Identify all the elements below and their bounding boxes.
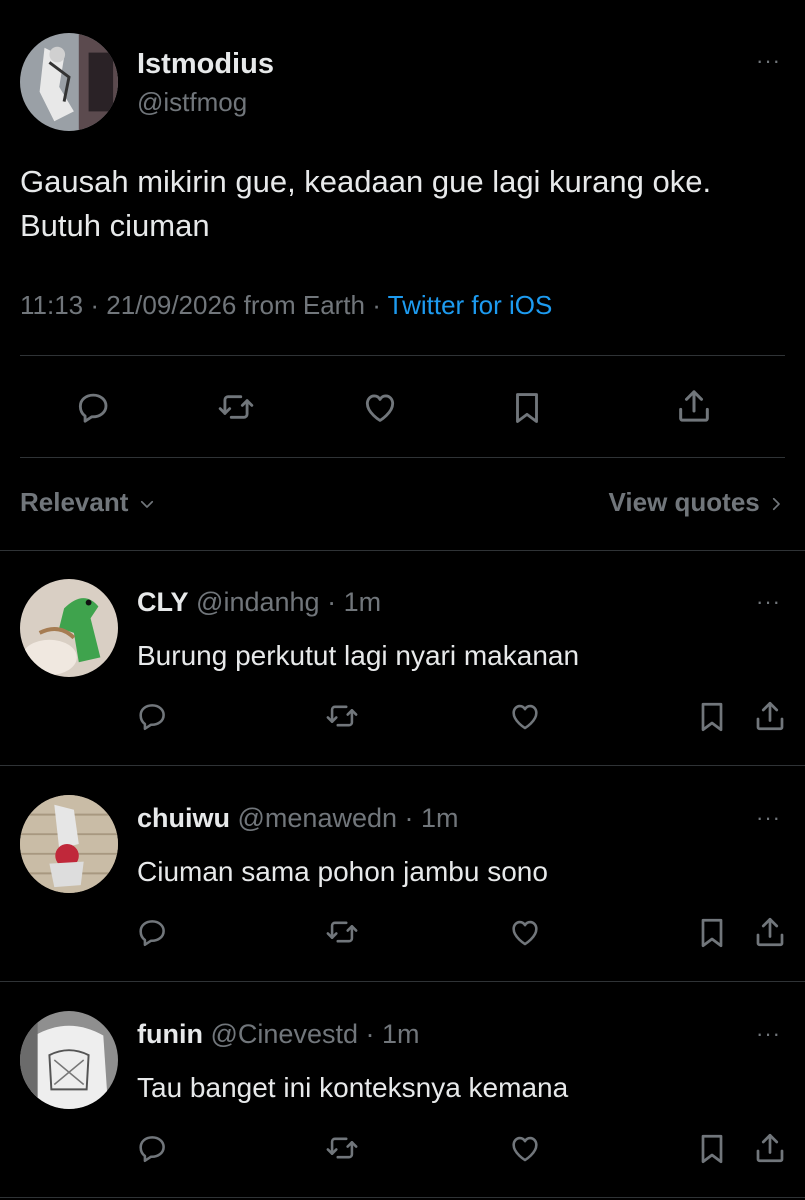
view-quotes-link[interactable]: View quotes: [609, 487, 785, 518]
share-icon[interactable]: [752, 913, 788, 951]
reply-time[interactable]: 1m: [421, 803, 459, 833]
bookmark-icon[interactable]: [694, 1130, 730, 1168]
reply-display-name[interactable]: funin: [137, 1019, 203, 1049]
reply-time[interactable]: 1m: [344, 587, 382, 617]
reply-icon[interactable]: [135, 699, 169, 733]
separator: ·: [365, 290, 388, 320]
bookmark-icon[interactable]: [694, 698, 730, 736]
reply-text: Tau banget ini konteksnya kemana: [137, 1072, 569, 1103]
tweet-text: Gausah mikirin gue, keadaan gue lagi kur…: [20, 160, 790, 248]
reply-header: funin @Cinevestd · 1m: [137, 1019, 420, 1050]
chevron-down-icon: [140, 501, 153, 508]
like-icon[interactable]: [360, 388, 400, 426]
retweet-icon[interactable]: [216, 388, 256, 426]
tweet-location: from Earth: [243, 290, 365, 320]
sort-dropdown[interactable]: Relevant: [20, 487, 158, 518]
separator: ·: [83, 290, 107, 320]
reply-icon[interactable]: [74, 388, 112, 426]
more-icon[interactable]: ···: [756, 591, 781, 613]
sort-label: Relevant: [20, 487, 129, 517]
separator: ·: [319, 587, 344, 617]
view-quotes-label: View quotes: [608, 487, 760, 517]
reply-item[interactable]: chuiwu @menawedn · 1m ··· Ciuman sama po…: [0, 767, 805, 982]
reply-display-name[interactable]: chuiwu: [137, 803, 230, 833]
tweet-text-line: Gausah mikirin gue, keadaan gue lagi kur…: [20, 164, 712, 199]
reply-handle[interactable]: @menawedn: [238, 803, 398, 833]
bookmark-icon[interactable]: [508, 388, 546, 428]
display-name[interactable]: Istmodius: [137, 48, 274, 81]
like-icon[interactable]: [507, 699, 543, 733]
reply-icon[interactable]: [135, 915, 169, 949]
tweet-source-app[interactable]: Twitter for iOS: [388, 290, 553, 320]
like-icon[interactable]: [507, 1131, 543, 1165]
separator: ·: [357, 1019, 382, 1049]
avatar[interactable]: [20, 1011, 118, 1109]
divider: [20, 457, 785, 458]
chevron-right-icon: [772, 498, 780, 511]
reply-time[interactable]: 1m: [382, 1019, 420, 1049]
divider: [20, 355, 785, 356]
reply-display-name[interactable]: CLY: [137, 587, 189, 617]
reply-handle[interactable]: @Cinevestd: [211, 1019, 358, 1049]
tweet-text-line: Butuh ciuman: [20, 208, 210, 243]
more-icon[interactable]: ···: [756, 807, 781, 829]
avatar[interactable]: [20, 795, 118, 893]
tweet-date[interactable]: 21/09/2026: [106, 290, 236, 320]
reply-icon[interactable]: [135, 1131, 169, 1165]
share-icon[interactable]: [752, 1129, 788, 1167]
avatar[interactable]: [20, 33, 118, 131]
reply-text: Burung perkutut lagi nyari makanan: [137, 640, 580, 671]
share-icon[interactable]: [752, 697, 788, 735]
share-icon[interactable]: [674, 386, 714, 426]
more-icon[interactable]: ···: [756, 1023, 781, 1045]
retweet-icon[interactable]: [324, 699, 360, 733]
separator: ·: [397, 803, 422, 833]
retweet-icon[interactable]: [324, 1131, 360, 1165]
reply-handle[interactable]: @indanhg: [196, 587, 320, 617]
like-icon[interactable]: [507, 915, 543, 949]
tweet-time[interactable]: 11:13: [20, 290, 83, 320]
more-icon[interactable]: ···: [756, 50, 781, 72]
user-handle[interactable]: @istfmog: [137, 87, 247, 118]
reply-header: CLY @indanhg · 1m: [137, 587, 381, 618]
main-tweet: Istmodius @istfmog ··· Gausah mikirin gu…: [0, 0, 805, 550]
reply-item[interactable]: funin @Cinevestd · 1m ··· Tau banget ini…: [0, 983, 805, 1198]
reply-item[interactable]: CLY @indanhg · 1m ··· Burung perkutut la…: [0, 551, 805, 766]
bookmark-icon[interactable]: [694, 914, 730, 952]
retweet-icon[interactable]: [324, 915, 360, 949]
tweet-meta: 11:13 · 21/09/2026 from Earth · Twitter …: [20, 290, 552, 321]
reply-header: chuiwu @menawedn · 1m: [137, 803, 459, 834]
avatar[interactable]: [20, 579, 118, 677]
reply-text: Ciuman sama pohon jambu sono: [137, 856, 548, 887]
